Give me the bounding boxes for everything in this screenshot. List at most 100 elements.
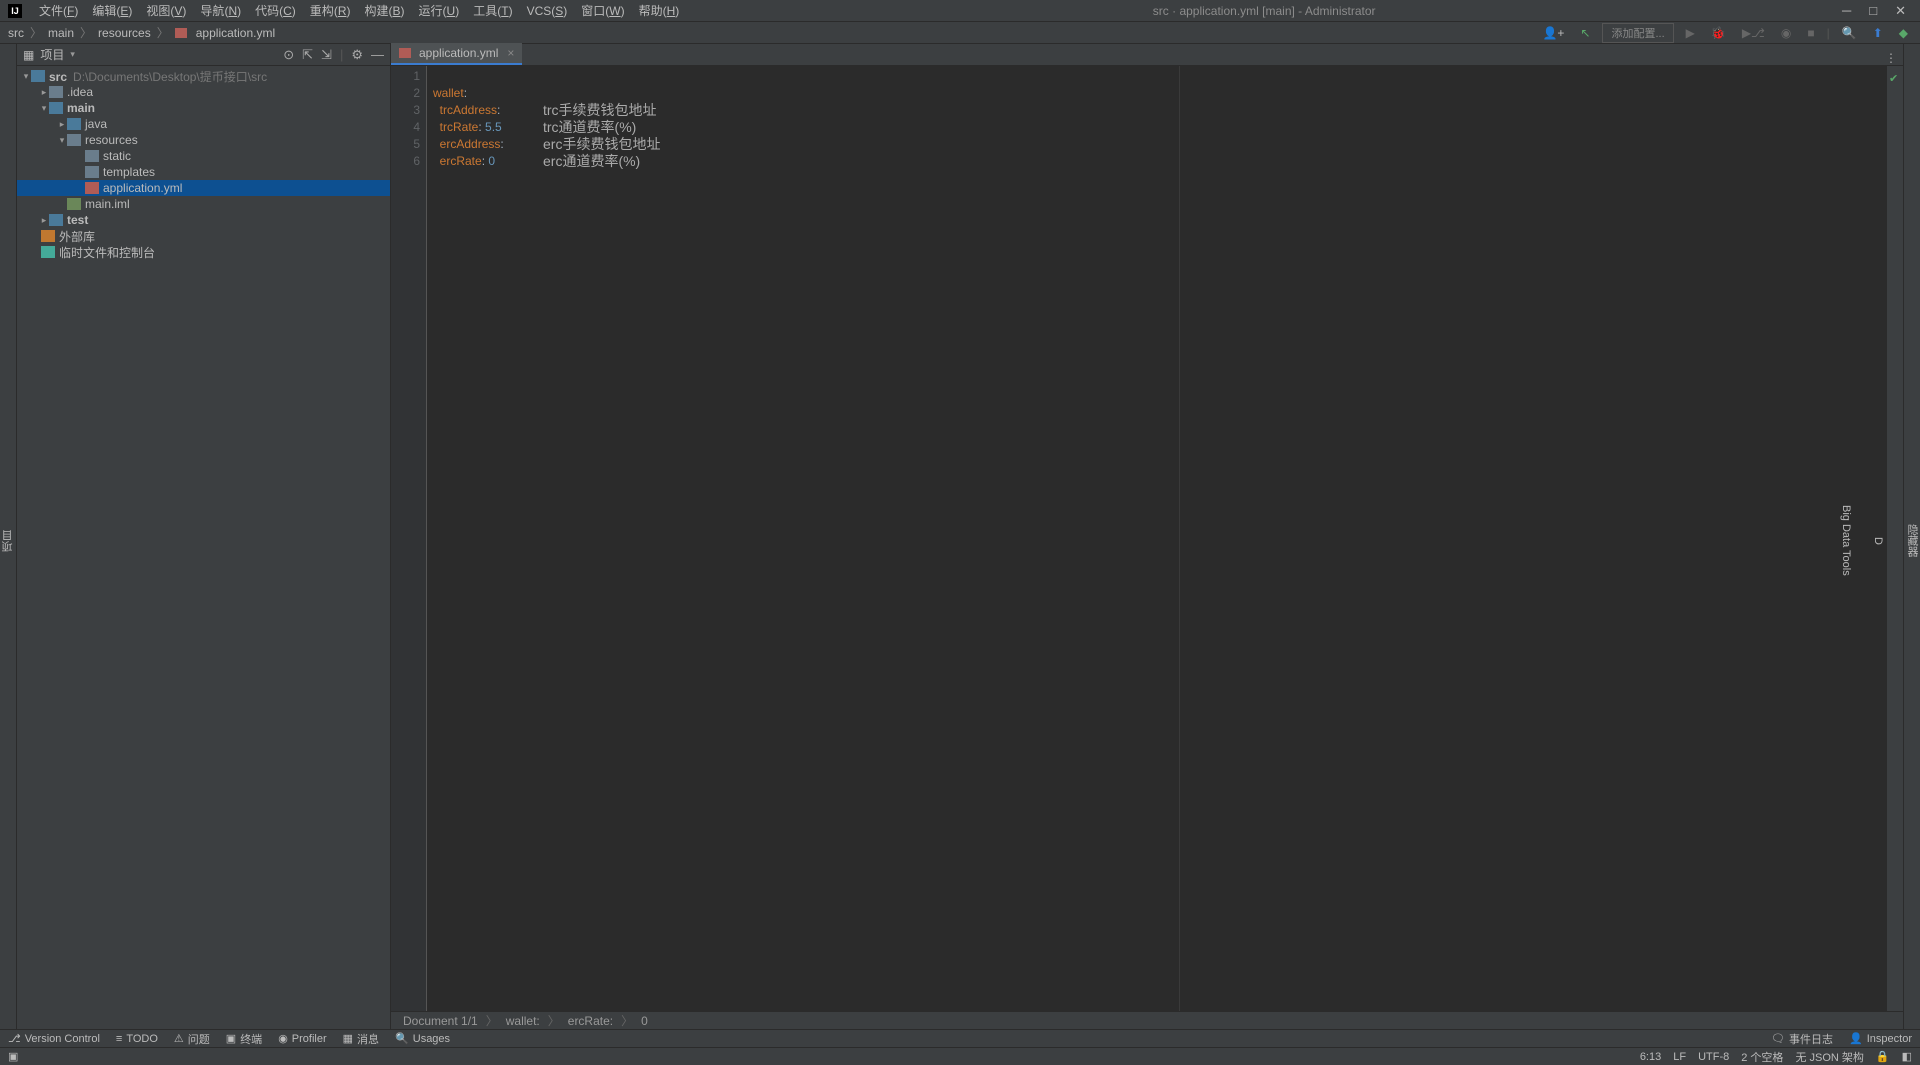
chevron-right-icon[interactable]: ▸ xyxy=(39,87,49,98)
cursor-position[interactable]: 6:13 xyxy=(1640,1051,1661,1063)
tree-row-static[interactable]: static xyxy=(17,148,390,164)
window-minimize-icon[interactable]: ─ xyxy=(1842,3,1851,19)
event-log-button[interactable]: 🗨事件日志 xyxy=(1771,1031,1833,1047)
yaml-path-item[interactable]: ercRate: xyxy=(568,1014,613,1028)
right-tool-strip: 隐藏器 D Big Data Tools xyxy=(1903,44,1920,1029)
indent-setting[interactable]: 2 个空格 xyxy=(1741,1049,1783,1065)
file-encoding[interactable]: UTF-8 xyxy=(1698,1051,1729,1063)
line-number: 1 xyxy=(391,68,420,85)
left-tool-strip: 项目 结构 收藏夹 Bookmarks xyxy=(0,44,17,1029)
tree-row-root[interactable]: ▾ srcD:\Documents\Desktop\提币接口\src xyxy=(17,68,390,84)
menu-vcs[interactable]: VCS(S) xyxy=(520,4,575,18)
source-folder-icon xyxy=(67,118,81,130)
ide-settings-icon[interactable]: ◆ xyxy=(1895,24,1912,42)
expand-all-icon[interactable]: ⇱ xyxy=(302,47,313,63)
stop-icon[interactable]: ■ xyxy=(1803,24,1818,42)
chevron-down-icon[interactable]: ▾ xyxy=(70,49,75,60)
breadcrumb-item[interactable]: src xyxy=(8,26,24,40)
messages-button[interactable]: ▦消息 xyxy=(343,1031,379,1047)
breadcrumb-item[interactable]: application.yml xyxy=(196,26,275,40)
tree-row-idea[interactable]: ▸ .idea xyxy=(17,84,390,100)
yaml-file-icon xyxy=(399,48,411,58)
menu-refactor[interactable]: 重构(R) xyxy=(303,2,358,19)
breadcrumb-item[interactable]: resources xyxy=(98,26,151,40)
coverage-icon[interactable]: ▶⎇ xyxy=(1738,24,1769,42)
add-user-icon[interactable]: 👤+ xyxy=(1538,24,1568,42)
minimize-panel-icon[interactable]: — xyxy=(371,47,384,63)
tree-row-test[interactable]: ▸ test xyxy=(17,212,390,228)
window-maximize-icon[interactable]: □ xyxy=(1869,3,1877,19)
menu-build[interactable]: 构建(B) xyxy=(357,2,411,19)
tree-row-templates[interactable]: templates xyxy=(17,164,390,180)
close-tab-icon[interactable]: × xyxy=(507,46,514,60)
inspector-button[interactable]: 👤Inspector xyxy=(1849,1032,1912,1045)
editor-area: application.yml × ⋮ 1 2 3 4 5 6 wallet: … xyxy=(391,44,1903,1029)
terminal-button[interactable]: ▣终端 xyxy=(226,1031,262,1047)
window-close-icon[interactable]: ✕ xyxy=(1895,3,1906,19)
tree-row-java[interactable]: ▸ java xyxy=(17,116,390,132)
menu-window[interactable]: 窗口(W) xyxy=(574,2,631,19)
inline-comment: trc手续费钱包地址 xyxy=(543,102,657,119)
chevron-right-icon: 〉 xyxy=(30,24,42,41)
tree-row-scratch[interactable]: 临时文件和控制台 xyxy=(17,244,390,260)
menu-tools[interactable]: 工具(T) xyxy=(466,2,519,19)
usages-button[interactable]: 🔍Usages xyxy=(395,1032,450,1045)
update-icon[interactable]: ⬆ xyxy=(1869,24,1887,42)
memory-indicator-icon[interactable]: ◧ xyxy=(1902,1050,1912,1063)
yaml-path-item[interactable]: wallet: xyxy=(506,1014,540,1028)
tree-row-extlib[interactable]: 外部库 xyxy=(17,228,390,244)
navigation-bar: src 〉 main 〉 resources 〉 application.yml… xyxy=(0,22,1920,44)
editor-gutter[interactable]: 1 2 3 4 5 6 xyxy=(391,66,427,1011)
json-schema[interactable]: 无 JSON 架构 xyxy=(1795,1049,1863,1065)
tree-row-mainiml[interactable]: main.iml xyxy=(17,196,390,212)
run-config-select[interactable]: 添加配置... xyxy=(1602,23,1673,43)
collapse-all-icon[interactable]: ⇲ xyxy=(321,47,332,63)
tool-windows-icon[interactable]: ▣ xyxy=(8,1050,18,1063)
tree-label: static xyxy=(103,149,131,163)
editor-inspection-strip[interactable]: ✔ xyxy=(1886,66,1903,1011)
chevron-right-icon[interactable]: ▸ xyxy=(57,119,67,130)
menu-navigate[interactable]: 导航(N) xyxy=(193,2,248,19)
tree-row-resources[interactable]: ▾ resources xyxy=(17,132,390,148)
chevron-right-icon: 〉 xyxy=(548,1012,560,1029)
gear-icon[interactable]: ⚙ xyxy=(351,47,363,63)
tree-row-appyml[interactable]: application.yml xyxy=(17,180,390,196)
chevron-right-icon[interactable]: ▸ xyxy=(39,215,49,226)
editor-tab-label: application.yml xyxy=(419,46,498,60)
debug-icon[interactable]: 🐞 xyxy=(1707,24,1730,42)
profiler-button[interactable]: ◉Profiler xyxy=(278,1032,326,1045)
menu-code[interactable]: 代码(C) xyxy=(248,2,303,19)
editor-code[interactable]: wallet: trcAddress:trc手续费钱包地址 trcRate: 5… xyxy=(427,66,1886,1011)
breadcrumb-item[interactable]: main xyxy=(48,26,74,40)
tree-label: templates xyxy=(103,165,155,179)
menu-file[interactable]: 文件(F) xyxy=(32,2,85,19)
problems-button[interactable]: ⚠问题 xyxy=(174,1031,210,1047)
line-separator[interactable]: LF xyxy=(1673,1051,1686,1063)
project-panel-title[interactable]: 项目 xyxy=(40,46,64,63)
hide-tool-button[interactable]: 隐藏器 xyxy=(1904,524,1920,557)
more-icon[interactable]: ⋮ xyxy=(1885,51,1897,65)
back-icon[interactable]: ↖ xyxy=(1576,24,1594,42)
todo-button[interactable]: ≡TODO xyxy=(116,1033,158,1045)
menu-help[interactable]: 帮助(H) xyxy=(632,2,687,19)
search-icon[interactable]: 🔍 xyxy=(1838,24,1861,42)
run-icon[interactable]: ▶ xyxy=(1682,24,1699,42)
lock-icon[interactable]: 🔒 xyxy=(1876,1050,1890,1063)
editor-tab[interactable]: application.yml × xyxy=(391,43,522,65)
line-number: 6 xyxy=(391,153,420,170)
menu-run[interactable]: 运行(U) xyxy=(412,2,467,19)
inline-comment: trc通道费率(%) xyxy=(543,119,636,136)
tree-row-main[interactable]: ▾ main xyxy=(17,100,390,116)
version-control-button[interactable]: ⎇Version Control xyxy=(8,1032,100,1045)
select-opened-file-icon[interactable]: ⊙ xyxy=(283,47,294,63)
project-tree[interactable]: ▾ srcD:\Documents\Desktop\提币接口\src ▸ .id… xyxy=(17,66,390,1029)
profile-icon[interactable]: ◉ xyxy=(1777,24,1795,42)
chevron-down-icon[interactable]: ▾ xyxy=(57,135,67,146)
project-tool-button[interactable]: 项目 xyxy=(0,530,16,552)
menu-view[interactable]: 视图(V) xyxy=(139,2,193,19)
menu-edit[interactable]: 编辑(E) xyxy=(85,2,139,19)
yaml-path-item[interactable]: 0 xyxy=(641,1014,648,1028)
chevron-down-icon[interactable]: ▾ xyxy=(21,71,31,82)
chevron-right-icon: 〉 xyxy=(157,24,169,41)
chevron-down-icon[interactable]: ▾ xyxy=(39,103,49,114)
